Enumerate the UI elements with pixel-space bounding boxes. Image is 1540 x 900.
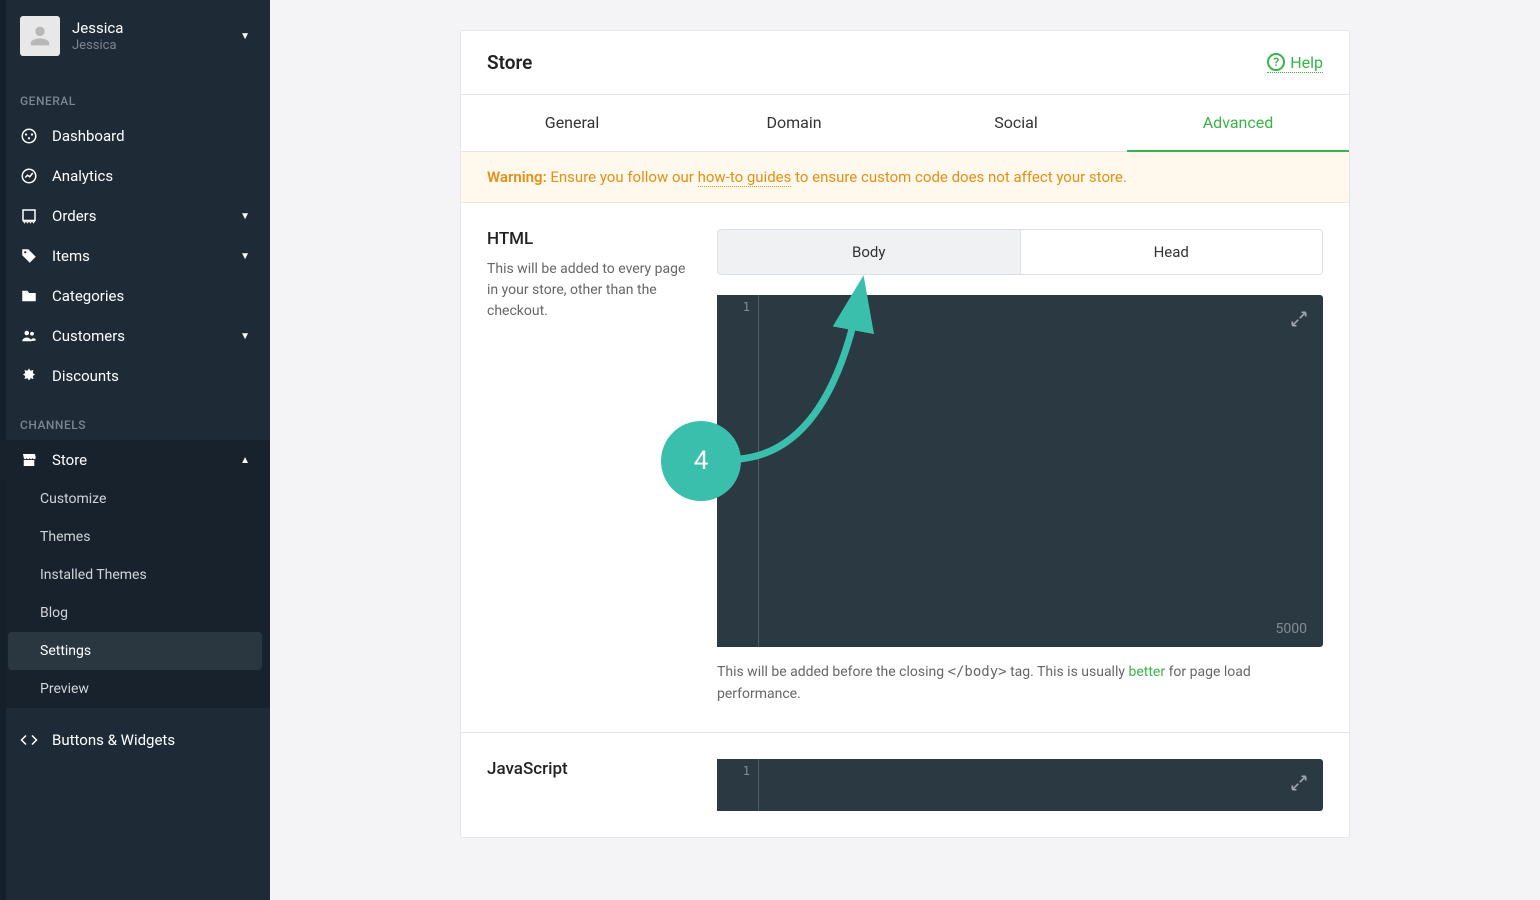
tab-advanced[interactable]: Advanced: [1127, 95, 1349, 152]
annotation-badge: 4: [661, 421, 741, 501]
sidebar-item-customers[interactable]: Customers ▼: [0, 316, 270, 356]
subnav-blog[interactable]: Blog: [0, 594, 270, 632]
toggle-body[interactable]: Body: [718, 230, 1020, 274]
folder-icon: [20, 287, 38, 305]
sidebar: Jessica Jessica ▼ GENERAL Dashboard Anal…: [0, 0, 270, 900]
help-icon: ?: [1267, 53, 1285, 71]
chevron-up-icon: ▲: [240, 455, 250, 466]
section-label-general: GENERAL: [0, 72, 270, 116]
subnav-themes[interactable]: Themes: [0, 518, 270, 556]
nav-label: Customers: [52, 327, 226, 345]
user-subtitle: Jessica: [72, 38, 228, 53]
html-title: HTML: [487, 229, 687, 249]
line-number: 1: [717, 759, 758, 778]
help-label: Help: [1290, 53, 1323, 72]
tabs: General Domain Social Advanced: [461, 95, 1349, 152]
nav-label: Categories: [52, 287, 250, 305]
better-link[interactable]: better: [1128, 664, 1165, 680]
line-number: 1: [717, 295, 758, 314]
chevron-down-icon: ▼: [240, 211, 250, 222]
tab-domain[interactable]: Domain: [683, 95, 905, 151]
nav-label: Buttons & Widgets: [52, 731, 250, 749]
main-content: Store ? Help General Domain Social Advan…: [270, 0, 1540, 900]
sidebar-item-items[interactable]: Items ▼: [0, 236, 270, 276]
chevron-down-icon: ▼: [240, 251, 250, 262]
analytics-icon: [20, 167, 38, 185]
warning-link[interactable]: how-to guides: [698, 168, 792, 187]
js-editor[interactable]: 1: [717, 759, 1323, 811]
avatar: [20, 16, 60, 56]
helper-text: This will be added before the closing </…: [717, 661, 1323, 706]
sidebar-item-store[interactable]: Store ▲: [0, 440, 270, 480]
settings-card: Store ? Help General Domain Social Advan…: [460, 30, 1350, 838]
nav-label: Items: [52, 247, 226, 265]
nav-label: Discounts: [52, 367, 250, 385]
sidebar-item-orders[interactable]: Orders ▼: [0, 196, 270, 236]
customers-icon: [20, 327, 38, 345]
warning-banner: Warning: Ensure you follow our how-to gu…: [461, 152, 1349, 203]
section-label-channels: CHANNELS: [0, 396, 270, 440]
sidebar-item-categories[interactable]: Categories: [0, 276, 270, 316]
card-header: Store ? Help: [461, 31, 1349, 95]
expand-icon[interactable]: [1289, 309, 1309, 329]
tab-social[interactable]: Social: [905, 95, 1127, 151]
page-title: Store: [487, 51, 532, 74]
nav-label: Orders: [52, 207, 226, 225]
js-title: JavaScript: [487, 759, 687, 779]
body-head-toggle: Body Head: [717, 229, 1323, 275]
sidebar-item-analytics[interactable]: Analytics: [0, 156, 270, 196]
help-link[interactable]: ? Help: [1267, 53, 1323, 73]
sidebar-item-discounts[interactable]: Discounts: [0, 356, 270, 396]
nav-label: Analytics: [52, 167, 250, 185]
expand-icon[interactable]: [1289, 773, 1309, 793]
nav-label: Store: [52, 451, 226, 469]
html-body-editor[interactable]: 1 5000: [717, 295, 1323, 647]
html-desc: This will be added to every page in your…: [487, 259, 687, 322]
user-name: Jessica: [72, 19, 228, 37]
tag-icon: [20, 247, 38, 265]
sidebar-item-buttons-widgets[interactable]: Buttons & Widgets: [0, 720, 270, 760]
dashboard-icon: [20, 127, 38, 145]
char-count: 5000: [1276, 621, 1307, 637]
annotation-number: 4: [694, 446, 709, 476]
html-section: HTML This will be added to every page in…: [461, 203, 1349, 733]
tab-general[interactable]: General: [461, 95, 683, 151]
editor-gutter: 1: [717, 759, 759, 811]
orders-icon: [20, 207, 38, 225]
warning-after: to ensure custom code does not affect yo…: [791, 168, 1127, 186]
user-menu[interactable]: Jessica Jessica ▼: [0, 0, 270, 72]
store-icon: [20, 451, 38, 469]
warning-before: Ensure you follow our: [547, 168, 698, 186]
subnav-settings[interactable]: Settings: [8, 632, 262, 670]
js-section: JavaScript 1: [461, 733, 1349, 837]
sidebar-item-dashboard[interactable]: Dashboard: [0, 116, 270, 156]
code-icon: [20, 731, 38, 749]
warning-prefix: Warning:: [487, 168, 547, 186]
subnav-installed-themes[interactable]: Installed Themes: [0, 556, 270, 594]
subnav-customize[interactable]: Customize: [0, 480, 270, 518]
store-submenu: Customize Themes Installed Themes Blog S…: [0, 480, 270, 708]
chevron-down-icon: ▼: [240, 331, 250, 342]
toggle-head[interactable]: Head: [1020, 230, 1323, 274]
subnav-preview[interactable]: Preview: [0, 670, 270, 708]
nav-label: Dashboard: [52, 127, 250, 145]
chevron-down-icon: ▼: [240, 31, 250, 42]
discount-icon: [20, 367, 38, 385]
